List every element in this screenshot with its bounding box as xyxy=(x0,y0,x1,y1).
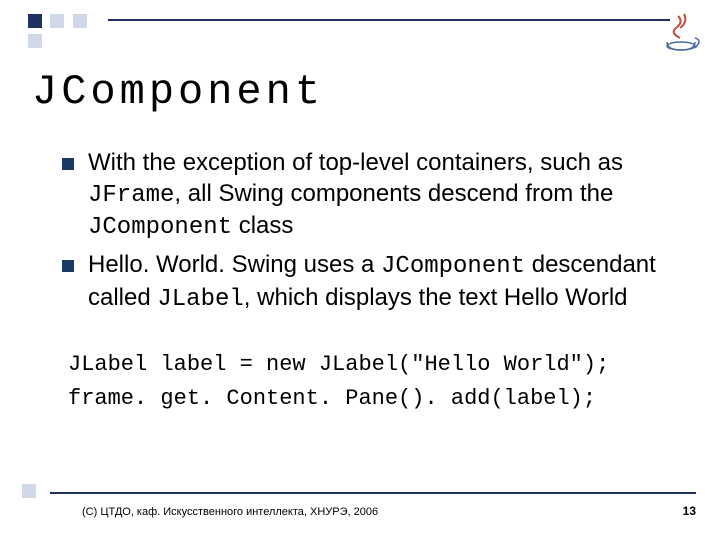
corner-squares-top xyxy=(28,12,91,48)
footer-text: (С) ЦТДО, каф. Искусственного интеллекта… xyxy=(82,506,378,518)
code-line: JLabel label = new JLabel("Hello World")… xyxy=(68,348,680,382)
list-item: With the exception of top-level containe… xyxy=(62,148,670,244)
text-run: , all Swing components descend from the xyxy=(174,180,613,207)
horizontal-rule-bottom xyxy=(50,492,696,494)
list-item: Hello. World. Swing uses a JComponent de… xyxy=(62,250,670,315)
bullet-icon xyxy=(62,158,74,170)
code-run: JComponent xyxy=(88,214,232,241)
text-run: , which displays the text Hello World xyxy=(244,284,628,311)
square-icon xyxy=(28,34,42,48)
square-icon xyxy=(22,484,36,498)
horizontal-rule-top xyxy=(108,19,670,21)
code-line: frame. get. Content. Pane(). add(label); xyxy=(68,382,680,416)
slide-title: JComponent xyxy=(32,68,324,116)
java-logo-icon xyxy=(660,12,702,54)
code-run: JFrame xyxy=(88,182,174,209)
code-run: JLabel xyxy=(157,286,243,313)
bullet-text: Hello. World. Swing uses a JComponent de… xyxy=(88,250,670,315)
bullet-list: With the exception of top-level containe… xyxy=(62,148,670,322)
square-icon xyxy=(50,14,64,28)
text-run: class xyxy=(232,212,293,239)
text-run: With the exception of top-level containe… xyxy=(88,149,623,176)
bullet-icon xyxy=(62,260,74,272)
square-icon xyxy=(73,14,87,28)
code-run: JComponent xyxy=(381,253,525,280)
corner-square-bottom xyxy=(22,482,40,500)
text-run: Hello. World. Swing uses a xyxy=(88,251,381,278)
slide: JComponent With the exception of top-lev… xyxy=(0,0,720,540)
bullet-text: With the exception of top-level containe… xyxy=(88,148,670,244)
code-block: JLabel label = new JLabel("Hello World")… xyxy=(68,348,680,416)
square-icon xyxy=(28,14,42,28)
page-number: 13 xyxy=(683,504,696,518)
